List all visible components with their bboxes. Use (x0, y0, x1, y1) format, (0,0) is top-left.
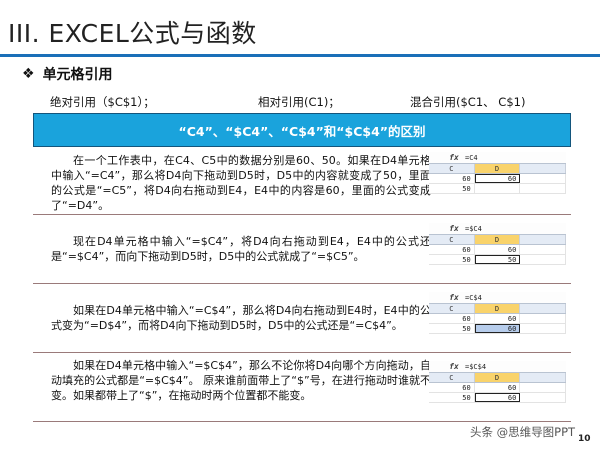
column-c-header: C (429, 373, 475, 382)
section-label: 单元格引用 (42, 67, 113, 83)
formula-bar: fx =C$4 (429, 292, 566, 304)
cell-c4: 60 (429, 174, 475, 183)
panel-text: 如果在D4单元格中输入“=$C$4”，那么不论你将D4向哪个方向拖动，自动填充的… (51, 359, 431, 402)
column-e-header (520, 235, 567, 244)
cell-e4 (520, 174, 567, 183)
excel-snippet: fx =$C4 C D 60 60 50 50 (429, 223, 567, 265)
excel-snippet: fx =$C$4 C D 60 60 50 60 (429, 361, 567, 403)
column-header: C D (429, 235, 567, 245)
title-rule (0, 54, 600, 57)
cell-c5: 50 (429, 324, 475, 333)
cell-e4 (520, 314, 567, 323)
column-e-header (520, 373, 567, 382)
fx-icon: fx (449, 293, 459, 302)
panel-text: 如果在D4单元格中输入“=C$4”，那么将D4向右拖动到E4时，E4中的公式变为… (51, 304, 431, 332)
panel-text: 现在D4单元格中输入“=$C4”，将D4向右拖动到E4，E4中的公式还是“=$C… (51, 235, 431, 263)
comparison-banner: “C4”、“$C4”、“C$4”和“$C$4”的区别 (33, 113, 571, 147)
sheet-row: 50 60 (429, 324, 567, 334)
cell-e5 (520, 255, 567, 264)
example-panel-3: 如果在D4单元格中输入“=C$4”，那么将D4向右拖动到E4时，E4中的公式变为… (33, 285, 571, 353)
cell-d5: 60 (474, 324, 521, 333)
column-header: C D (429, 304, 567, 314)
cell-e5 (520, 184, 567, 193)
cell-d5: 50 (475, 255, 521, 264)
mixed-reference: 混合引用($C1、 C$1) (410, 95, 526, 109)
formula-text: =$C$4 (465, 362, 487, 371)
formula-bar: fx =C4 (429, 152, 566, 164)
sheet-row: 60 60 (429, 174, 567, 184)
cell-e5 (520, 324, 567, 333)
cell-d5 (475, 184, 521, 193)
cell-e4 (520, 383, 567, 392)
cell-d4: 60 (475, 245, 521, 254)
column-d-header: D (474, 164, 521, 173)
page-number: 10 (578, 434, 591, 444)
cell-d4: 60 (475, 383, 521, 392)
column-d-header: D (474, 304, 521, 313)
title-area: III. EXCEL公式与函数 (0, 0, 600, 57)
column-e-header (520, 304, 567, 313)
formula-bar: fx =$C4 (429, 223, 566, 235)
column-header: C D (429, 164, 567, 174)
example-panel-4: 如果在D4单元格中输入“=$C$4”，那么不论你将D4向哪个方向拖动，自动填充的… (33, 354, 571, 422)
cell-e4 (520, 245, 567, 254)
sheet-row: 50 60 (429, 393, 567, 403)
column-c-header: C (429, 304, 475, 313)
relative-reference: 相对引用(C1)； (258, 95, 340, 109)
sheet-row: 50 50 (429, 255, 567, 265)
page-title: III. EXCEL公式与函数 (8, 19, 257, 48)
panel-text: 在一个工作表中，在C4、C5中的数据分别是60、50。如果在D4单元格中输入“=… (51, 154, 431, 212)
cell-c5: 50 (429, 255, 475, 264)
formula-text: =C$4 (465, 293, 482, 302)
cell-c5: 50 (429, 184, 475, 193)
fx-icon: fx (449, 362, 459, 371)
cell-e5 (520, 393, 567, 402)
cell-c4: 60 (429, 245, 475, 254)
section-heading: ❖ 单元格引用 (22, 64, 113, 84)
cell-d4: 60 (475, 174, 521, 183)
sheet-row: 60 60 (429, 245, 567, 255)
diamond-bullet-icon: ❖ (22, 66, 35, 82)
cell-c5: 50 (429, 393, 475, 402)
column-e-header (520, 164, 567, 173)
cell-c4: 60 (429, 314, 475, 323)
cell-c4: 60 (429, 383, 475, 392)
fx-icon: fx (449, 224, 459, 233)
cell-d5: 60 (475, 393, 521, 402)
sheet-row: 60 60 (429, 314, 567, 324)
banner-text: “C4”、“$C4”、“C$4”和“$C$4”的区别 (178, 123, 426, 139)
example-panel-2: 现在D4单元格中输入“=$C4”，将D4向右拖动到E4，E4中的公式还是“=$C… (33, 216, 571, 284)
column-d-header: D (474, 373, 521, 382)
column-c-header: C (429, 235, 475, 244)
absolute-reference: 绝对引用（$C$1）； (50, 95, 155, 109)
sheet-row: 60 60 (429, 383, 567, 393)
formula-bar: fx =$C$4 (429, 361, 566, 373)
column-header: C D (429, 373, 567, 383)
watermark: 头条 @思维导图PPT (470, 425, 576, 439)
sheet-row: 50 (429, 184, 567, 194)
column-c-header: C (429, 164, 475, 173)
formula-text: =$C4 (465, 224, 482, 233)
formula-text: =C4 (465, 153, 478, 162)
excel-snippet: fx =C4 C D 60 60 50 (429, 152, 567, 194)
cell-d4: 60 (475, 314, 521, 323)
fx-icon: fx (449, 153, 459, 162)
example-panel-1: 在一个工作表中，在C4、C5中的数据分别是60、50。如果在D4单元格中输入“=… (33, 147, 571, 215)
column-d-header: D (474, 235, 521, 244)
excel-snippet: fx =C$4 C D 60 60 50 60 (429, 292, 567, 334)
